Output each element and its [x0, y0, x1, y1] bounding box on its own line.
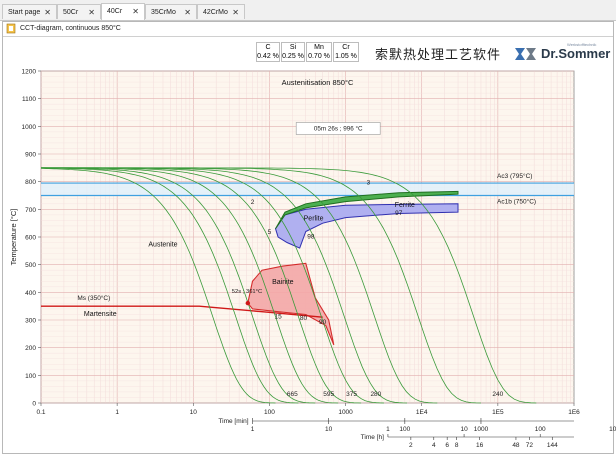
tab-label: Start page — [8, 9, 41, 16]
tab-42crmo[interactable]: 42CrMo ✕ — [197, 4, 245, 19]
tab-label: 42CrMo — [203, 9, 228, 16]
composition-cr: Cr 1.05 % — [333, 42, 359, 62]
tab-35crmo[interactable]: 35CrMo ✕ — [145, 4, 197, 19]
panel-title: CCT-diagram, continuous 850°C — [20, 25, 121, 32]
tab-start-page[interactable]: Start page ✕ — [2, 4, 57, 19]
logo-tagline: Werkstofftechnik — [567, 42, 597, 47]
composition-si: Si 0.25 % — [281, 42, 305, 62]
composition-c: C 0.42 % — [256, 42, 280, 62]
dr-sommer-logo-icon — [515, 48, 536, 60]
company-logo: 索默热处理工艺软件 Dr.Sommer Werkstofftechnik — [369, 41, 611, 68]
tab-label: 50Cr — [63, 9, 79, 16]
tab-label: 35CrMo — [151, 9, 176, 16]
logo-chinese-text: 索默热处理工艺软件 — [375, 48, 502, 63]
panel-title-bar: CCT-diagram, continuous 850°C — [3, 22, 613, 37]
close-tab-icon[interactable]: ✕ — [232, 5, 239, 20]
diagram-icon — [6, 23, 16, 34]
cct-diagram-panel: CCT-diagram, continuous 850°C — [2, 21, 614, 454]
close-tab-icon[interactable]: ✕ — [44, 5, 51, 20]
logo-brand-text: Dr.Sommer — [541, 46, 611, 61]
tab-label: 40Cr — [107, 8, 123, 15]
tab-40cr[interactable]: 40Cr ✕ — [101, 3, 145, 20]
close-tab-icon[interactable]: ✕ — [132, 4, 139, 19]
tab-50cr[interactable]: 50Cr ✕ — [57, 4, 101, 19]
document-tabbar: Start page ✕ 50Cr ✕ 40Cr ✕ 35CrMo ✕ 42CrMo ✕ — [0, 0, 616, 21]
close-tab-icon[interactable]: ✕ — [88, 5, 95, 20]
close-tab-icon[interactable]: ✕ — [184, 5, 191, 20]
composition-mn: Mn 0.70 % — [306, 42, 332, 62]
